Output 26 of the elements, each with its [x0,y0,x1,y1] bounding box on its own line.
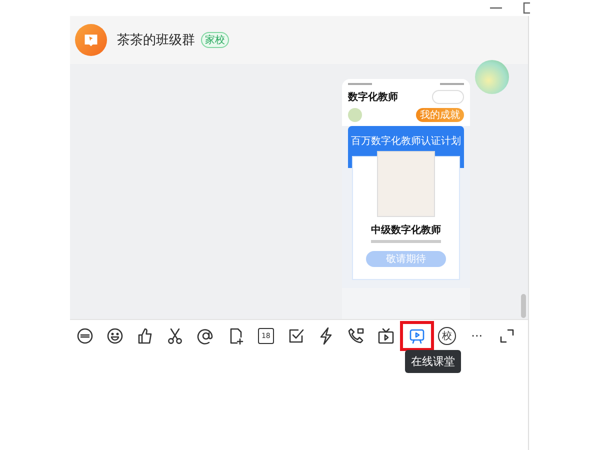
image-message[interactable]: 数字化教师 我的成就 百万数字化教师认证计划 中级数字化教师 敬请期待 [342,79,470,319]
group-name: 茶茶的班级群 [117,32,195,49]
classroom-icon [408,327,426,345]
app-title: 数字化教师 [348,90,398,104]
achievement-button: 我的成就 [416,108,464,122]
certificate-image [377,151,435,217]
coming-soon-button: 敬请期待 [366,251,446,267]
checkbox-icon [287,327,306,345]
profile-avatar [348,108,362,122]
more-button[interactable]: ··· [462,323,492,349]
capsule-menu [432,90,464,104]
scissors-icon [166,327,184,345]
video-icon [377,327,396,345]
thumbs-up-icon [136,327,154,345]
smiley-icon [106,327,124,345]
group-tag: 家校 [201,32,229,48]
minimize-icon[interactable] [490,7,502,9]
user-avatar [475,60,509,94]
card-title: 中级数字化教师 [371,223,441,237]
tooltip: 在线课堂 [405,350,461,373]
subtitle-text-placeholder [371,240,441,243]
at-icon [196,327,215,345]
school-button[interactable]: 校 [432,323,462,349]
phone-icon [347,327,366,345]
scrollbar-thumb[interactable] [521,294,526,318]
expand-icon [498,327,516,345]
